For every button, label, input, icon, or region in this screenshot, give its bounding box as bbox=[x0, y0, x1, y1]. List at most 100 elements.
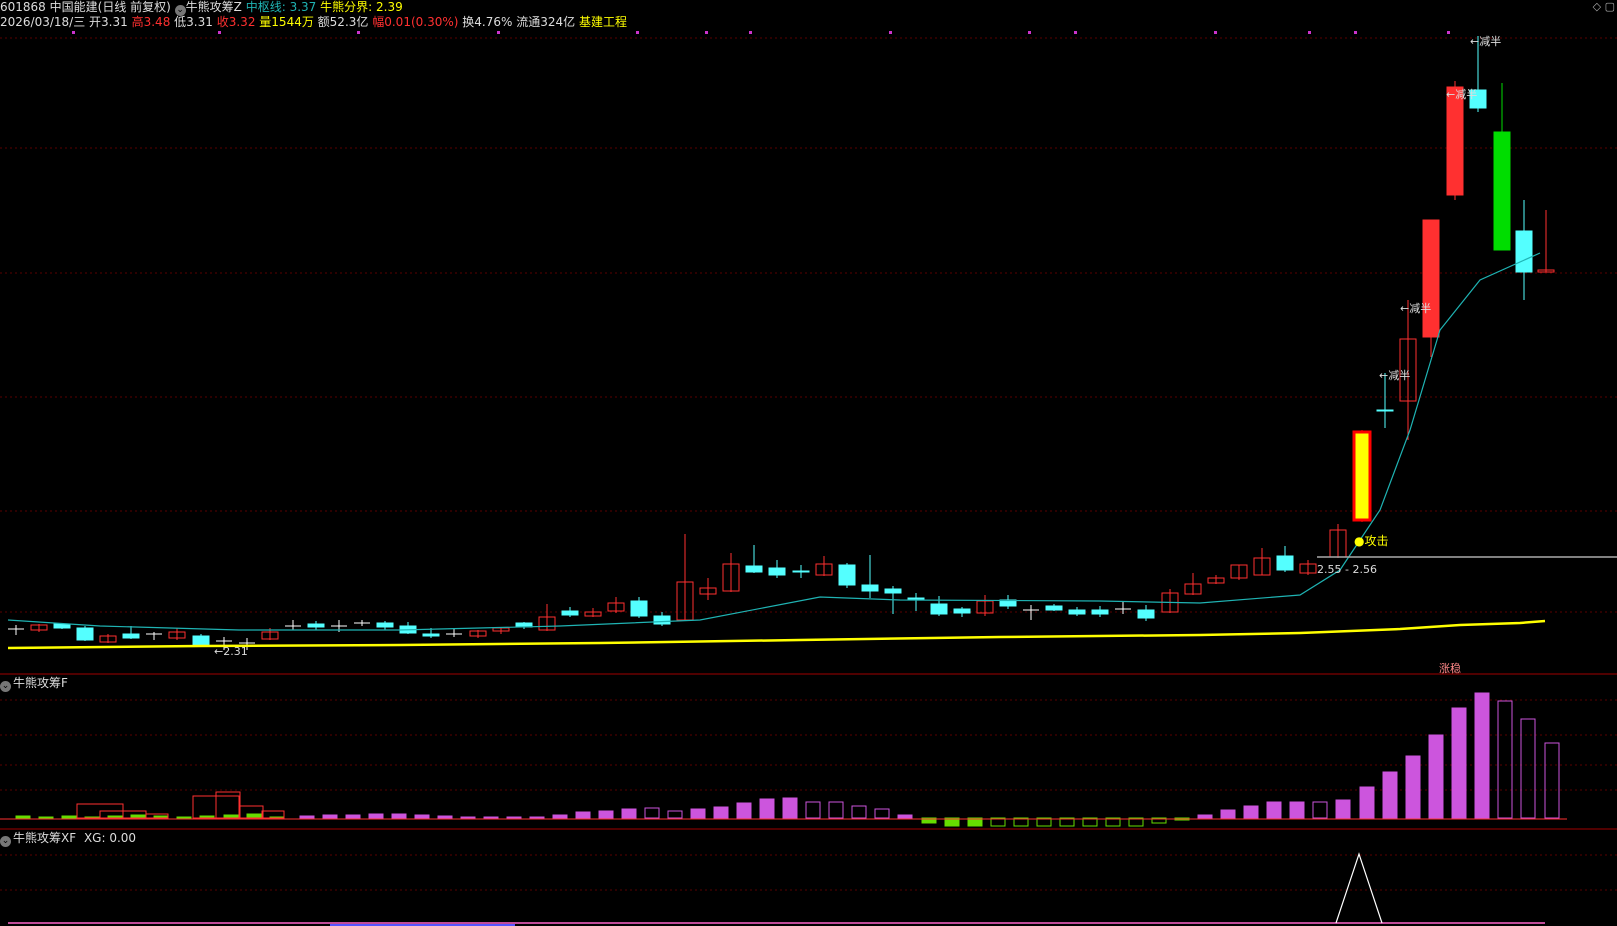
candle-body bbox=[884, 588, 902, 594]
candle-body bbox=[76, 627, 94, 641]
indicator-bar bbox=[299, 815, 315, 819]
indicator-bar bbox=[621, 808, 637, 819]
indicator-bar bbox=[483, 816, 499, 819]
panel-f-header: ⌄ 牛熊攻筹F bbox=[0, 676, 68, 692]
indicator-bar bbox=[897, 814, 913, 819]
indicator-bar bbox=[38, 816, 54, 819]
candle-body bbox=[768, 567, 786, 576]
candle-body bbox=[1515, 230, 1533, 273]
indicator-bar bbox=[176, 816, 192, 819]
candle-body bbox=[653, 615, 671, 625]
indicator-bar bbox=[575, 811, 591, 819]
indicator-bar bbox=[1359, 786, 1375, 819]
indicator-bar bbox=[1312, 801, 1328, 819]
top-marker bbox=[705, 31, 708, 34]
indicator-bar bbox=[1382, 771, 1398, 819]
candle-body bbox=[122, 633, 140, 639]
indicator-bar bbox=[460, 816, 476, 819]
price-chart[interactable]: ←2.31 ●攻击 2.55 - 2.56 ←减半 ←减半 ←减半 ←减半涨稳 bbox=[0, 0, 1617, 926]
top-marker bbox=[497, 31, 500, 34]
candle-body bbox=[192, 635, 210, 646]
indicator-bar bbox=[1474, 692, 1490, 819]
candle-body bbox=[1137, 609, 1155, 619]
candle-body bbox=[1091, 609, 1109, 615]
panel-xf-toggle-icon[interactable]: ⌄ bbox=[0, 836, 11, 847]
indicator-bar bbox=[644, 807, 660, 819]
indicator-bar bbox=[1197, 814, 1213, 819]
top-marker bbox=[1074, 31, 1077, 34]
half-label: ←减半 bbox=[1379, 368, 1410, 382]
panel-xf-value: XG: 0.00 bbox=[83, 831, 137, 845]
xf-signal-peak bbox=[1335, 852, 1383, 924]
indicator-bar bbox=[506, 816, 522, 819]
top-marker bbox=[1308, 31, 1311, 34]
indicator-bar bbox=[1220, 809, 1236, 819]
low-marker-label: ←2.31 bbox=[214, 645, 248, 658]
candle-body bbox=[1493, 131, 1511, 251]
indicator-bar bbox=[1544, 742, 1560, 819]
indicator-bar bbox=[1428, 734, 1444, 819]
indicator-bar bbox=[874, 808, 890, 819]
candle-body bbox=[1352, 430, 1372, 522]
panel-xf-header: ⌄ 牛熊攻筹XF XG: 0.00 bbox=[0, 831, 136, 847]
candle-body bbox=[1068, 609, 1086, 615]
indicator-bar bbox=[552, 814, 568, 819]
indicator-bar bbox=[1520, 718, 1536, 819]
half-label: ←减半 bbox=[1446, 87, 1477, 101]
indicator-bar bbox=[828, 801, 844, 819]
top-marker bbox=[72, 31, 75, 34]
range-label: 2.55 - 2.56 bbox=[1317, 563, 1377, 576]
indicator-bar bbox=[1335, 799, 1351, 819]
half-label: ←减半 bbox=[1400, 301, 1431, 315]
top-marker bbox=[1354, 31, 1357, 34]
indicator-bar bbox=[322, 814, 338, 819]
indicator-bar bbox=[782, 797, 798, 819]
candle-body bbox=[1276, 555, 1294, 571]
candle-body bbox=[838, 564, 856, 586]
indicator-bar bbox=[437, 815, 453, 819]
indicator-bar bbox=[246, 813, 262, 819]
candle-body bbox=[792, 570, 810, 573]
indicator-bar bbox=[598, 810, 614, 819]
top-marker bbox=[636, 31, 639, 34]
candle-body bbox=[953, 608, 971, 614]
indicator-bar bbox=[759, 798, 775, 819]
indicator-bar bbox=[667, 810, 683, 819]
top-marker bbox=[889, 31, 892, 34]
indicator-bar bbox=[736, 802, 752, 819]
panel-f-title[interactable]: 牛熊攻筹F bbox=[13, 676, 68, 690]
indicator-bar bbox=[345, 814, 361, 819]
candle-body bbox=[376, 622, 394, 628]
indicator-bar bbox=[805, 801, 821, 819]
candle-body bbox=[307, 623, 325, 628]
top-marker bbox=[749, 31, 752, 34]
candle-body bbox=[1422, 219, 1440, 338]
candle-body bbox=[561, 610, 579, 616]
top-marker bbox=[357, 31, 360, 34]
indicator-bar bbox=[368, 813, 384, 819]
panel-f-toggle-icon[interactable]: ⌄ bbox=[0, 681, 11, 692]
candle-body bbox=[861, 584, 879, 592]
top-marker bbox=[218, 31, 221, 34]
indicator-bar bbox=[1497, 700, 1513, 819]
candle-body bbox=[53, 623, 71, 629]
indicator-bar bbox=[851, 805, 867, 819]
top-marker bbox=[1447, 31, 1450, 34]
top-marker bbox=[1028, 31, 1031, 34]
candle-body bbox=[907, 597, 925, 600]
candle-body bbox=[745, 565, 763, 573]
attack-label: ●攻击 bbox=[1354, 534, 1388, 548]
candle-body bbox=[1446, 86, 1464, 196]
indicator-bar bbox=[529, 816, 545, 819]
indicator-bar bbox=[1405, 755, 1421, 819]
indicator-bar bbox=[1266, 801, 1282, 819]
indicator-bar bbox=[391, 813, 407, 819]
panel-xf-title[interactable]: 牛熊攻筹XF bbox=[13, 831, 76, 845]
indicator-bar bbox=[1289, 801, 1305, 819]
indicator-bar bbox=[61, 815, 77, 819]
limit-up-label: 涨稳 bbox=[1439, 661, 1461, 675]
indicator-bar bbox=[1243, 805, 1259, 819]
top-marker bbox=[1214, 31, 1217, 34]
candle-body bbox=[1045, 605, 1063, 611]
candle-body bbox=[422, 633, 440, 637]
